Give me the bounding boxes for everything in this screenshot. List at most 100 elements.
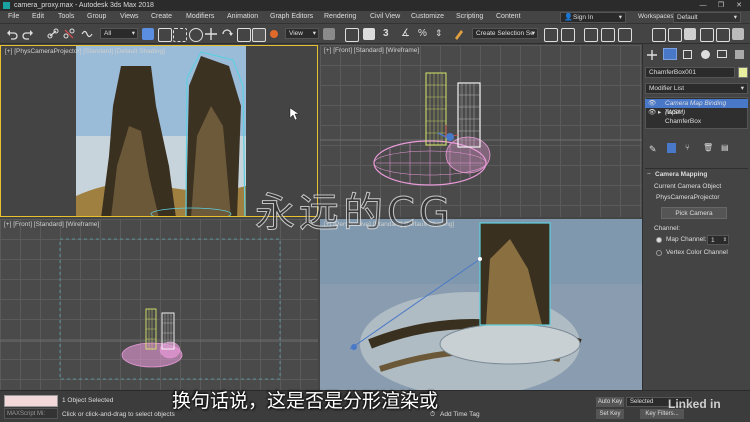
keyboard-shortcut-override-icon[interactable] bbox=[363, 28, 375, 40]
scene-explorer-icon[interactable] bbox=[584, 28, 598, 42]
motion-tab-icon[interactable] bbox=[701, 50, 710, 59]
viewport-label[interactable]: [+] [Front] [Standard] [Wireframe] bbox=[4, 221, 99, 228]
select-and-move-icon[interactable] bbox=[205, 28, 217, 40]
rollout-title[interactable]: Camera Mapping bbox=[655, 171, 707, 178]
menu-create[interactable]: Create bbox=[151, 13, 172, 20]
rendered-frame-window-icon[interactable] bbox=[716, 28, 730, 42]
modifier-list-dropdown[interactable]: Modifier List ▾ bbox=[645, 83, 748, 94]
window-crossing-icon[interactable] bbox=[189, 28, 203, 42]
selection-filter-dropdown[interactable]: All ▾ bbox=[100, 28, 138, 39]
close-button[interactable]: ✕ bbox=[731, 0, 747, 11]
maximize-button[interactable]: ❐ bbox=[713, 0, 729, 11]
bind-space-warp-icon[interactable] bbox=[81, 28, 93, 40]
utilities-tab-icon[interactable] bbox=[735, 50, 744, 59]
eye-icon[interactable]: 👁 bbox=[648, 99, 656, 108]
chevron-down-icon: ▾ bbox=[531, 30, 535, 37]
select-and-rotate-icon[interactable] bbox=[221, 28, 233, 40]
menu-rendering[interactable]: Rendering bbox=[324, 13, 356, 20]
named-selection-set-dropdown[interactable]: Create Selection Se ▾ bbox=[472, 28, 538, 39]
menu-views[interactable]: Views bbox=[120, 13, 139, 20]
expand-arrow-icon[interactable]: ▸ bbox=[658, 108, 661, 117]
workspaces-label: Workspaces: bbox=[638, 13, 676, 20]
create-tab-icon[interactable] bbox=[647, 50, 657, 60]
reference-coordinate-dropdown[interactable]: View ▾ bbox=[285, 28, 319, 39]
select-and-manipulate-icon[interactable] bbox=[345, 28, 359, 42]
stack-item-taper[interactable]: 👁 ▸ Taper bbox=[645, 108, 748, 117]
material-editor-icon[interactable] bbox=[684, 28, 696, 40]
collapse-icon[interactable]: − bbox=[647, 171, 651, 178]
key-mode-value: Selected bbox=[630, 399, 654, 405]
pin-stack-icon[interactable]: ✎ bbox=[649, 144, 657, 155]
rotate-view-icon[interactable] bbox=[268, 28, 280, 40]
align-icon[interactable] bbox=[561, 28, 575, 42]
edit-named-selection-icon[interactable] bbox=[453, 28, 465, 40]
menu-edit[interactable]: Edit bbox=[32, 13, 44, 20]
add-time-tag-button[interactable]: Add Time Tag bbox=[440, 411, 480, 418]
map-channel-spinner[interactable]: 1 ⇕ bbox=[707, 235, 729, 245]
spinner-arrows-icon[interactable]: ⇕ bbox=[723, 236, 727, 245]
select-by-name-icon[interactable] bbox=[158, 28, 172, 42]
auto-key-button[interactable]: Auto Key bbox=[596, 397, 624, 407]
viewport-label[interactable]: [+] [PhysCameraProjector] [Standard] [De… bbox=[5, 48, 165, 55]
select-and-place-icon[interactable] bbox=[252, 28, 266, 42]
viewport-front-bottom[interactable]: [+] [Front] [Standard] [Wireframe] bbox=[0, 219, 318, 390]
sign-in-button[interactable]: 👤 Sign In ▾ bbox=[560, 12, 626, 23]
menu-file[interactable]: File bbox=[8, 13, 19, 20]
configure-modifier-sets-icon[interactable]: ▤ bbox=[721, 143, 729, 152]
vertex-color-radio[interactable] bbox=[656, 250, 662, 256]
select-object-icon[interactable] bbox=[142, 28, 154, 40]
pivot-center-icon[interactable] bbox=[323, 28, 335, 40]
percent-snap-icon[interactable]: % bbox=[418, 28, 430, 40]
viewport-label[interactable]: [+] [Front] [Standard] [Wireframe] bbox=[324, 47, 419, 54]
menu-graph-editors[interactable]: Graph Editors bbox=[270, 13, 313, 20]
select-and-scale-icon[interactable] bbox=[237, 28, 251, 42]
make-unique-icon[interactable]: ⑂ bbox=[685, 143, 690, 152]
selection-status: 1 Object Selected bbox=[62, 397, 114, 404]
link-icon[interactable] bbox=[47, 28, 59, 40]
front-wireframe-render bbox=[0, 238, 318, 380]
hierarchy-tab-icon[interactable] bbox=[683, 50, 692, 59]
menu-tools[interactable]: Tools bbox=[58, 13, 74, 20]
map-channel-radio[interactable] bbox=[656, 237, 662, 243]
modify-tab-icon[interactable] bbox=[663, 48, 677, 60]
menu-bar: File Edit Tools Group Views Create Modif… bbox=[0, 11, 750, 24]
angle-snap-icon[interactable]: ∡ bbox=[401, 28, 413, 40]
viewport-perspective[interactable]: [+] [Perspective] [Standard] [Default Sh… bbox=[320, 219, 642, 390]
snaps-toggle-icon[interactable]: 3 bbox=[383, 28, 395, 40]
set-key-button[interactable]: Set Key bbox=[596, 409, 624, 419]
schematic-view-icon[interactable] bbox=[668, 28, 682, 42]
minimize-button[interactable]: — bbox=[695, 0, 711, 11]
pick-camera-button[interactable]: Pick Camera bbox=[661, 207, 727, 219]
stack-item-camera-map-binding[interactable]: 👁 Camera Map Binding (WSM) bbox=[645, 99, 748, 116]
maxscript-mini-listener[interactable]: MAXScript Mi: bbox=[4, 408, 58, 419]
curve-editor-icon[interactable] bbox=[652, 28, 666, 42]
show-end-result-icon[interactable] bbox=[667, 143, 676, 153]
menu-customize[interactable]: Customize bbox=[411, 13, 444, 20]
stack-item-chamferbox[interactable]: ChamferBox bbox=[645, 117, 748, 126]
workspaces-dropdown[interactable]: Default ▾ bbox=[673, 12, 741, 23]
title-bar: camera_proxy.max - Autodesk 3ds Max 2018… bbox=[0, 0, 750, 11]
menu-group[interactable]: Group bbox=[87, 13, 106, 20]
undo-icon[interactable] bbox=[6, 28, 18, 40]
eye-icon[interactable]: 👁 bbox=[648, 108, 656, 117]
render-setup-icon[interactable] bbox=[700, 28, 714, 42]
maxscript-listener-field[interactable] bbox=[4, 395, 58, 407]
layer-explorer-icon[interactable] bbox=[601, 28, 615, 42]
menu-civil-view[interactable]: Civil View bbox=[370, 13, 400, 20]
mirror-icon[interactable] bbox=[544, 28, 558, 42]
menu-modifiers[interactable]: Modifiers bbox=[186, 13, 214, 20]
redo-icon[interactable] bbox=[22, 28, 34, 40]
render-production-icon[interactable] bbox=[732, 28, 744, 40]
menu-scripting[interactable]: Scripting bbox=[456, 13, 483, 20]
chevron-down-icon: ▾ bbox=[131, 30, 135, 37]
remove-modifier-icon[interactable]: 🗑 bbox=[703, 143, 713, 152]
ribbon-toggle-icon[interactable] bbox=[618, 28, 632, 42]
menu-content[interactable]: Content bbox=[496, 13, 521, 20]
object-name-field[interactable]: ChamferBox001 bbox=[645, 67, 735, 78]
unlink-icon[interactable] bbox=[63, 28, 75, 40]
display-tab-icon[interactable] bbox=[717, 50, 727, 58]
menu-animation[interactable]: Animation bbox=[227, 13, 258, 20]
object-color-swatch[interactable] bbox=[738, 67, 748, 78]
rectangular-selection-icon[interactable] bbox=[173, 28, 187, 42]
spinner-snap-icon[interactable]: ⇕ bbox=[435, 28, 447, 40]
